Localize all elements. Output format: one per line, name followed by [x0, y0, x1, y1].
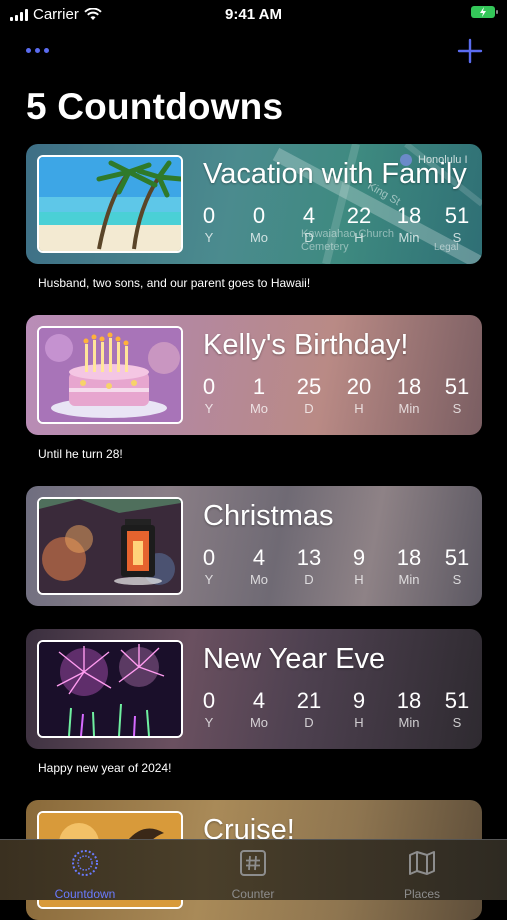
countdown-title: Christmas — [203, 500, 334, 532]
months-unit: 4 Mo — [249, 545, 269, 587]
hours-unit: 20 H — [346, 374, 372, 416]
tab-places[interactable]: Places — [362, 848, 482, 901]
months-unit: 1 Mo — [249, 374, 269, 416]
tab-countdown[interactable]: Countdown — [25, 848, 145, 901]
years-unit: 0Y — [202, 688, 216, 730]
countdown-timer: 0Y 4 Mo 13 D 9H 18 Min 51 S — [190, 544, 482, 596]
countdown-card-christmas[interactable]: Christmas 0Y 4 Mo 13 D 9H 18 Min 51 S — [26, 486, 482, 606]
countdown-timer: 0Y 4 Mo 21 D 9H 18 Min 51 S — [190, 687, 482, 739]
more-options-button[interactable] — [26, 38, 56, 62]
countdown-icon — [72, 850, 98, 876]
hours-unit: 9H — [352, 688, 366, 730]
minutes-unit: 18 Min — [396, 545, 422, 587]
birthday-thumbnail — [37, 326, 183, 424]
more-dots-icon — [26, 47, 31, 53]
countdown-card-new-year[interactable]: New Year Eve 0Y 4 Mo 21 D 9H 18 Min 51 S — [26, 629, 482, 749]
countdown-title: Vacation with Family — [203, 158, 467, 190]
years-unit: 0Y — [202, 374, 216, 416]
countdown-note: Happy new year of 2024! — [38, 761, 172, 775]
seconds-unit: 51 S — [444, 374, 470, 416]
christmas-thumbnail — [37, 497, 183, 595]
status-time: 9:41 AM — [225, 6, 282, 23]
add-countdown-button[interactable] — [457, 38, 483, 64]
countdown-timer: 0Y 0 Mo 4D 22 H 18 Min 51 S — [190, 202, 482, 254]
tab-label: Counter — [231, 887, 275, 901]
map-icon — [409, 851, 435, 875]
tab-bar: Countdown Counter Places — [0, 839, 507, 901]
seconds-unit: 51 S — [444, 688, 470, 730]
new-year-thumbnail — [37, 640, 183, 738]
minutes-unit: 18 Min — [396, 688, 422, 730]
countdown-card-birthday[interactable]: Kelly's Birthday! 0Y 1 Mo 25 D 20 H 18 Min 5… — [26, 315, 482, 435]
hours-unit: 22 H — [346, 203, 372, 245]
months-unit: 4 Mo — [249, 688, 269, 730]
countdown-card-vacation[interactable]: Honolulu I King St Kawaiahao Church Ceme… — [26, 144, 482, 264]
days-unit: 25 D — [296, 374, 322, 416]
seconds-unit: 51 S — [444, 545, 470, 587]
minutes-unit: 18 Min — [396, 374, 422, 416]
years-unit: 0Y — [202, 545, 216, 587]
hash-icon — [240, 850, 266, 876]
tab-label: Countdown — [54, 887, 116, 901]
years-unit: 0Y — [202, 203, 216, 245]
status-bar: Carrier 9:41 AM — [0, 0, 507, 30]
days-unit: 4D — [302, 203, 316, 245]
countdown-timer: 0Y 1 Mo 25 D 20 H 18 Min 51 S — [190, 373, 482, 425]
battery-icon — [471, 6, 498, 18]
countdown-note: Until he turn 28! — [38, 447, 123, 461]
vacation-thumbnail — [37, 155, 183, 253]
days-unit: 13 D — [296, 545, 322, 587]
tab-counter[interactable]: Counter — [193, 848, 313, 901]
page-title: 5 Countdowns — [26, 86, 284, 127]
seconds-unit: 51 S — [444, 203, 470, 245]
countdown-title: Kelly's Birthday! — [203, 329, 409, 361]
countdown-title: New Year Eve — [203, 643, 386, 675]
tab-label: Places — [403, 887, 441, 901]
countdown-note: Husband, two sons, and our parent goes t… — [38, 276, 311, 290]
hours-unit: 9H — [352, 545, 366, 587]
minutes-unit: 18 Min — [396, 203, 422, 245]
days-unit: 21 D — [296, 688, 322, 730]
months-unit: 0 Mo — [249, 203, 269, 245]
